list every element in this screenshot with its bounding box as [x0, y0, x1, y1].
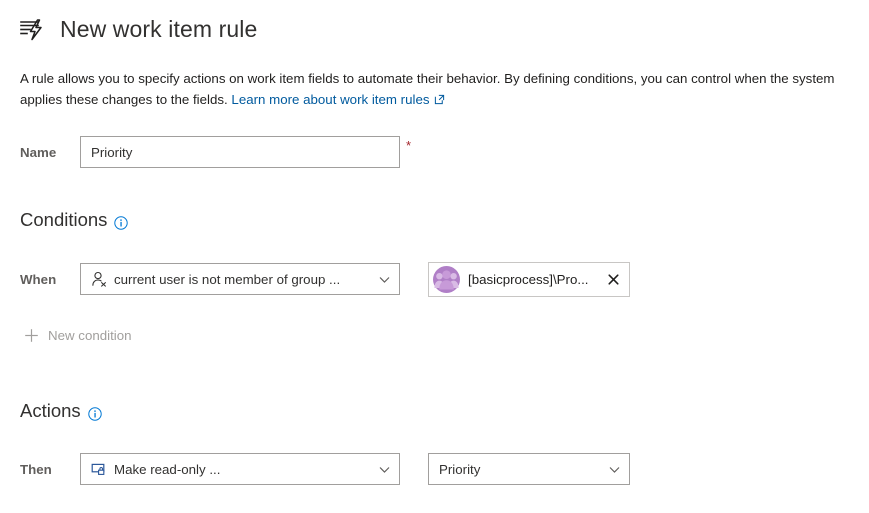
actions-heading: Actions	[20, 400, 102, 422]
user-not-member-icon	[91, 271, 107, 287]
action-field-value: Priority	[439, 462, 602, 477]
page-description: A rule allows you to specify actions on …	[20, 68, 850, 110]
chevron-down-icon	[378, 463, 391, 476]
new-condition-button[interactable]: New condition	[24, 328, 132, 343]
close-icon[interactable]	[603, 270, 623, 290]
rule-lightning-icon	[18, 14, 48, 44]
make-read-only-icon	[91, 461, 107, 477]
name-input[interactable]	[80, 136, 400, 168]
name-row: Name *	[20, 136, 411, 168]
conditions-heading: Conditions	[20, 209, 128, 231]
page-header: New work item rule	[18, 14, 257, 44]
chevron-down-icon	[608, 463, 621, 476]
identity-chip[interactable]: [basicprocess]\Pro...	[428, 262, 630, 297]
name-label: Name	[20, 145, 80, 160]
required-indicator: *	[406, 139, 411, 152]
action-type-dropdown[interactable]: Make read-only ...	[80, 453, 400, 485]
new-condition-label: New condition	[48, 328, 132, 343]
condition-type-dropdown[interactable]: current user is not member of group ...	[80, 263, 400, 295]
then-row: Then Make read-only ...	[20, 453, 400, 485]
info-icon[interactable]	[88, 404, 102, 418]
learn-more-label: Learn more about work item rules	[231, 92, 429, 107]
chevron-down-icon	[378, 273, 391, 286]
plus-icon	[24, 328, 39, 343]
action-type-value: Make read-only ...	[114, 462, 372, 477]
external-link-icon	[434, 90, 445, 101]
condition-type-value: current user is not member of group ...	[114, 272, 372, 287]
action-field-dropdown[interactable]: Priority	[428, 453, 630, 485]
conditions-heading-label: Conditions	[20, 209, 107, 231]
when-label: When	[20, 272, 80, 287]
actions-heading-label: Actions	[20, 400, 81, 422]
when-row: When current user is not member of group…	[20, 263, 400, 295]
page-title: New work item rule	[60, 14, 257, 44]
identity-name: [basicprocess]\Pro...	[468, 272, 603, 287]
group-avatar-icon	[433, 266, 460, 293]
learn-more-link[interactable]: Learn more about work item rules	[231, 92, 429, 107]
then-label: Then	[20, 462, 80, 477]
info-icon[interactable]	[114, 213, 128, 227]
